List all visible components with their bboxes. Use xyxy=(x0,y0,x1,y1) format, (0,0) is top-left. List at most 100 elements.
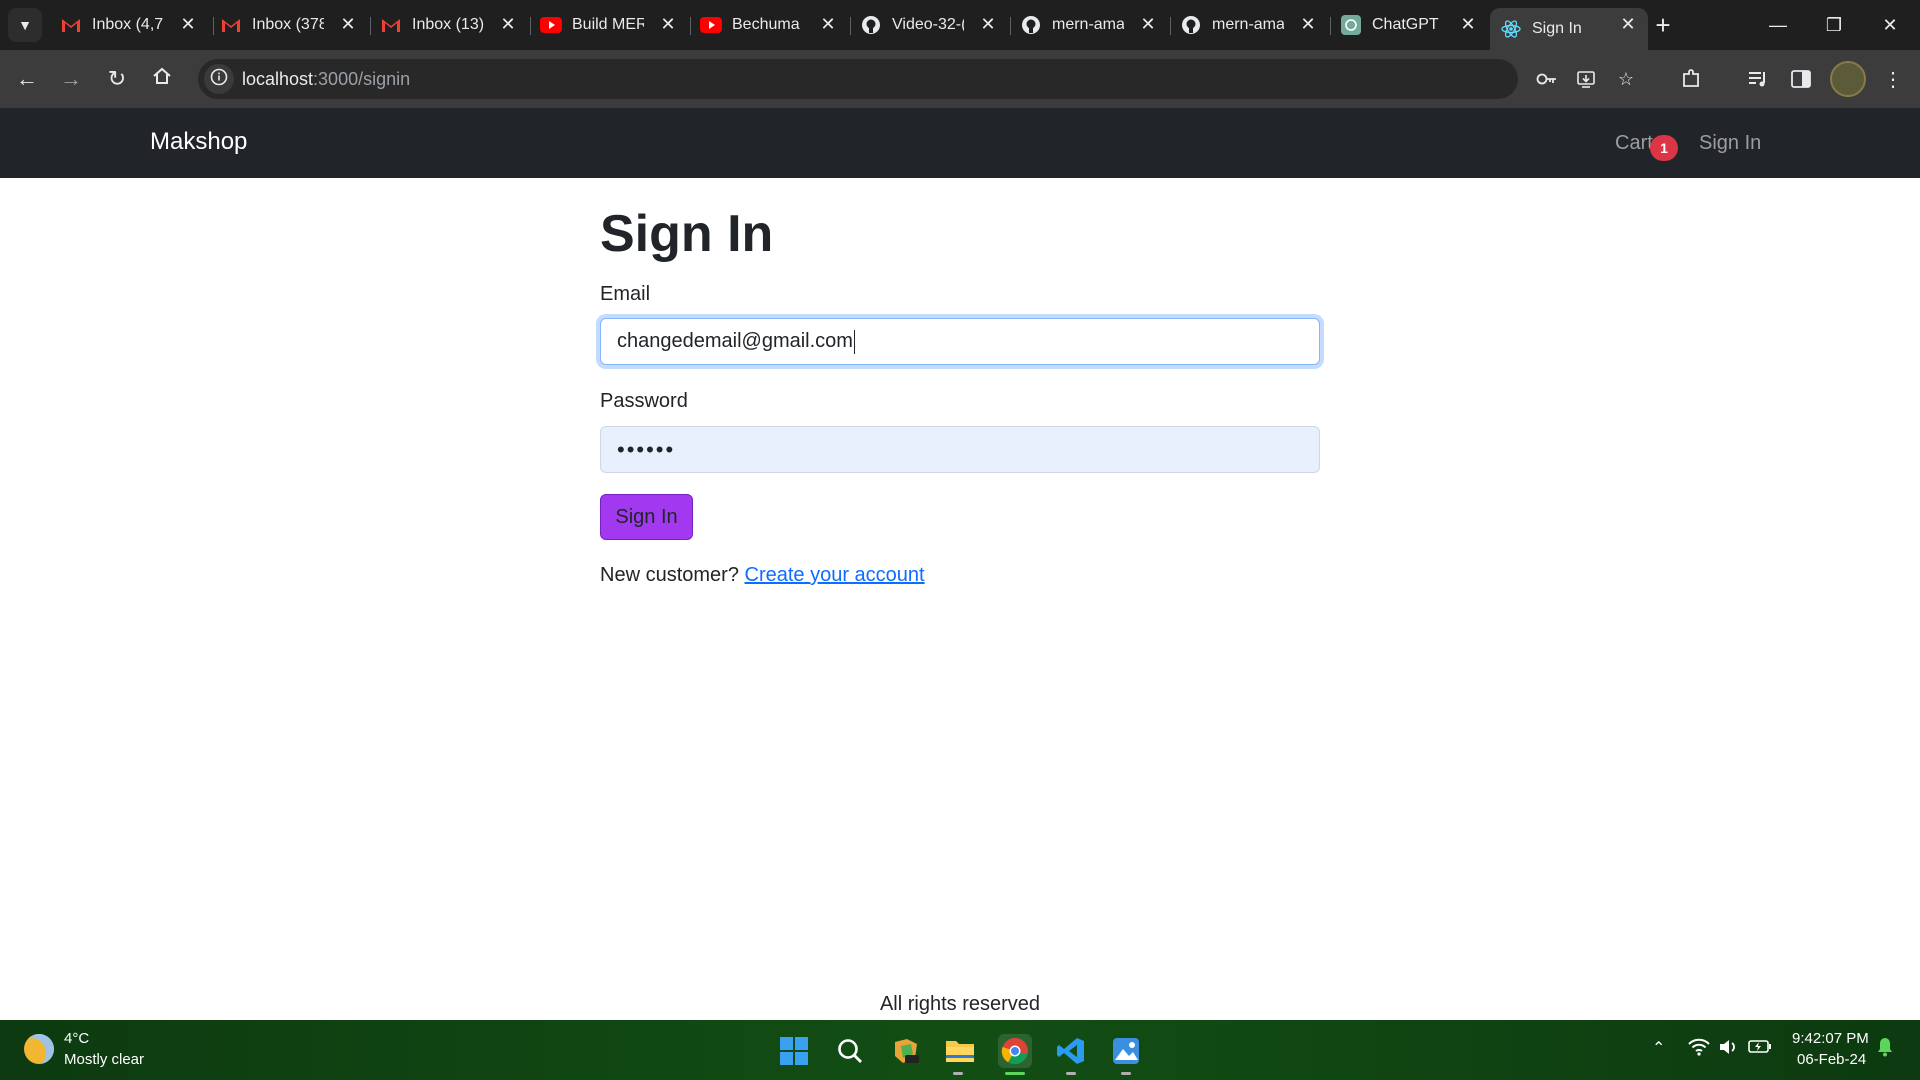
tab-title: Build MERI xyxy=(572,16,644,33)
arrow-right-icon: → xyxy=(60,66,82,91)
password-key-icon[interactable] xyxy=(1535,67,1559,91)
close-icon[interactable]: ✕ xyxy=(1618,14,1638,34)
browser-tab-strip: ▼ Inbox (4,75 ✕ Inbox (378 ✕ Inbox (13) … xyxy=(0,0,1920,50)
email-label: Email xyxy=(600,283,651,305)
search-icon[interactable] xyxy=(833,1034,867,1068)
arrow-left-icon: ← xyxy=(16,66,38,91)
copilot-pre-icon[interactable] xyxy=(889,1034,923,1068)
close-icon[interactable]: ✕ xyxy=(978,14,998,34)
chrome-icon[interactable] xyxy=(998,1034,1032,1068)
browser-toolbar: ← → ↻ localhost:3000/signin ☆ ⋮ xyxy=(0,50,1920,108)
tab-title: Inbox (378 xyxy=(252,16,324,33)
create-account-link[interactable]: Create your account xyxy=(745,564,925,586)
browser-tab-active[interactable]: Sign In ✕ xyxy=(1490,8,1648,50)
weather-condition[interactable]: Mostly clear xyxy=(64,1051,144,1068)
file-explorer-icon[interactable] xyxy=(943,1034,977,1068)
browser-tab[interactable]: Video-32-( ✕ xyxy=(850,8,1008,42)
browser-tab[interactable]: Inbox (4,75 ✕ xyxy=(50,8,208,42)
plus-icon: + xyxy=(1655,9,1671,40)
password-field[interactable]: •••••• xyxy=(600,426,1320,473)
github-icon xyxy=(860,14,882,36)
media-controls-icon[interactable] xyxy=(1744,65,1772,93)
chevron-up-icon[interactable]: ⌃ xyxy=(1652,1038,1665,1058)
side-panel-icon[interactable] xyxy=(1787,65,1815,93)
running-indicator xyxy=(953,1072,963,1075)
close-icon[interactable]: ✕ xyxy=(178,14,198,34)
github-icon xyxy=(1180,14,1202,36)
browser-tab[interactable]: mern-ama ✕ xyxy=(1170,8,1328,42)
running-indicator xyxy=(1121,1072,1131,1075)
info-icon xyxy=(210,68,228,91)
close-icon[interactable]: ✕ xyxy=(1138,14,1158,34)
tab-title: Inbox (4,75 xyxy=(92,16,164,33)
wifi-icon[interactable] xyxy=(1688,1038,1710,1061)
youtube-icon xyxy=(540,14,562,36)
close-window-button[interactable]: ✕ xyxy=(1862,0,1918,50)
password-label: Password xyxy=(600,390,688,412)
close-icon[interactable]: ✕ xyxy=(498,14,518,34)
clock-date[interactable]: 06-Feb-24 xyxy=(1797,1051,1866,1068)
close-icon[interactable]: ✕ xyxy=(338,14,358,34)
close-icon[interactable]: ✕ xyxy=(818,14,838,34)
close-icon: ✕ xyxy=(1882,14,1898,35)
vscode-icon[interactable] xyxy=(1054,1034,1088,1068)
reload-icon: ↻ xyxy=(107,66,127,91)
restore-button[interactable]: ❐ xyxy=(1806,0,1862,50)
new-customer-text: New customer? xyxy=(600,564,739,586)
weather-temperature[interactable]: 4°C xyxy=(64,1030,89,1047)
reload-button[interactable]: ↻ xyxy=(101,63,133,95)
forward-button[interactable]: → xyxy=(55,63,87,95)
back-button[interactable]: ← xyxy=(11,63,43,95)
browser-tab[interactable]: mern-ama ✕ xyxy=(1010,8,1168,42)
weather-moon-icon[interactable] xyxy=(24,1034,54,1064)
browser-tab[interactable]: Inbox (378 ✕ xyxy=(210,8,368,42)
extensions-icon[interactable] xyxy=(1677,65,1705,93)
profile-avatar[interactable] xyxy=(1830,61,1866,97)
password-value: •••••• xyxy=(617,436,676,462)
chatgpt-icon xyxy=(1340,14,1362,36)
battery-icon[interactable] xyxy=(1748,1038,1772,1059)
email-field[interactable]: changedemail@gmail.com xyxy=(600,318,1320,365)
browser-tab[interactable]: ChatGPT ✕ xyxy=(1330,8,1488,42)
signin-submit-button[interactable]: Sign In xyxy=(600,494,693,540)
close-icon[interactable]: ✕ xyxy=(1458,14,1478,34)
minimize-icon: — xyxy=(1769,14,1787,35)
windows-taskbar: 4°C Mostly clear ⌃ 9:42:07 PM 06-Feb-24 xyxy=(0,1020,1920,1080)
chevron-down-icon: ▼ xyxy=(18,17,32,33)
home-button[interactable] xyxy=(146,63,178,95)
new-tab-button[interactable]: + xyxy=(1648,10,1678,40)
volume-icon[interactable] xyxy=(1718,1038,1738,1061)
home-icon xyxy=(152,66,172,92)
tab-title: ChatGPT xyxy=(1372,16,1439,33)
gmail-icon xyxy=(380,14,402,36)
browser-tab[interactable]: Inbox (13) ✕ xyxy=(370,8,528,42)
footer-text: All rights reserved xyxy=(879,993,1041,1015)
tab-title: mern-ama xyxy=(1212,16,1284,33)
install-app-icon[interactable] xyxy=(1574,67,1598,91)
windows-start-icon[interactable] xyxy=(777,1034,811,1068)
address-bar[interactable]: localhost:3000/signin ☆ xyxy=(198,59,1634,99)
gmail-icon xyxy=(220,14,242,36)
browser-tab[interactable]: Bechuma | ✕ xyxy=(690,8,848,42)
cart-link[interactable]: Cart xyxy=(1615,132,1653,155)
close-icon[interactable]: ✕ xyxy=(658,14,678,34)
cart-count-badge: 1 xyxy=(1650,135,1678,161)
tab-search-button[interactable]: ▼ xyxy=(8,8,42,42)
minimize-button[interactable]: — xyxy=(1750,0,1806,50)
clock-time[interactable]: 9:42:07 PM xyxy=(1792,1030,1869,1047)
close-icon[interactable]: ✕ xyxy=(1298,14,1318,34)
site-info-button[interactable] xyxy=(204,64,234,94)
react-icon xyxy=(1500,18,1522,40)
url-text[interactable]: localhost:3000/signin xyxy=(242,69,410,90)
brand-logo-link[interactable]: Makshop xyxy=(150,128,247,156)
bookmark-star-icon[interactable]: ☆ xyxy=(1614,67,1638,91)
photos-icon[interactable] xyxy=(1109,1034,1143,1068)
more-menu-icon[interactable]: ⋮ xyxy=(1879,65,1907,93)
notification-bell-icon[interactable] xyxy=(1877,1037,1893,1062)
nav-signin-link[interactable]: Sign In xyxy=(1699,132,1761,155)
new-customer-row: New customer? Create your account xyxy=(600,564,925,587)
restore-icon: ❐ xyxy=(1825,14,1843,35)
browser-tab[interactable]: Build MERI ✕ xyxy=(530,8,688,42)
tab-title: Sign In xyxy=(1532,20,1582,37)
tab-title: Video-32-( xyxy=(892,16,964,33)
